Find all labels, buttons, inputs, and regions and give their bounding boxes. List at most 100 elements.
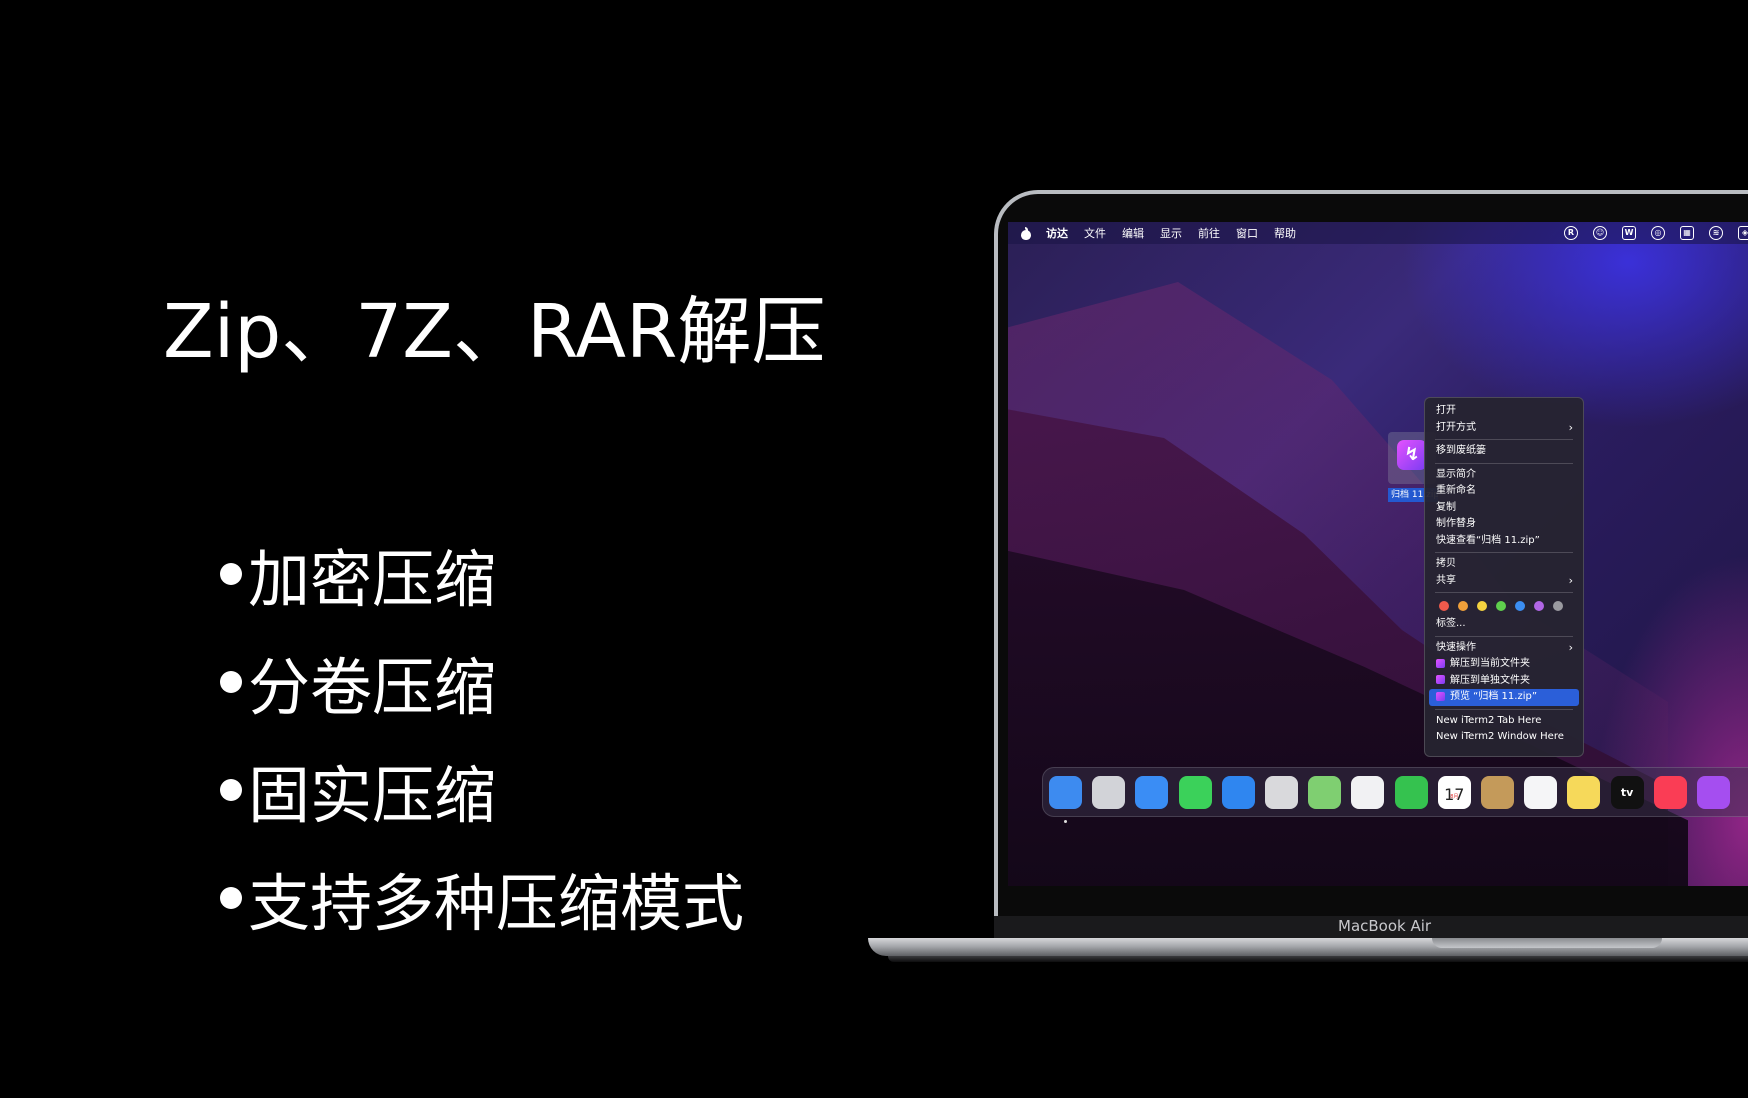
menu-item-iterm-tab[interactable]: New iTerm2 Tab Here xyxy=(1429,713,1579,730)
context-menu: 打开 打开方式 › 移到废纸篓 显示简介 重新命名 复制 制作替身 快速查看“归档… xyxy=(1424,397,1584,757)
feature-list: 加密压缩 分卷压缩 固实压缩 支持多种压缩模式 xyxy=(220,520,744,952)
chevron-right-icon: › xyxy=(1568,573,1573,587)
menu-item-label: 共享 xyxy=(1436,574,1456,586)
feature-item: 支持多种压缩模式 xyxy=(220,844,744,952)
bullet-icon xyxy=(220,563,242,585)
menu-item-rename[interactable]: 重新命名 xyxy=(1429,483,1579,500)
menu-separator xyxy=(1435,439,1573,440)
menu-bar: 访达 文件 编辑 显示 前往 窗口 帮助 R ☺ W ◎ ▦ ≋ ◈ xyxy=(1008,222,1748,244)
tag-color-dot[interactable] xyxy=(1458,601,1468,611)
archive-app-icon xyxy=(1436,658,1445,668)
tag-color-dot[interactable] xyxy=(1439,601,1449,611)
menu-go[interactable]: 前往 xyxy=(1198,225,1220,241)
running-indicator xyxy=(1064,820,1067,823)
menu-item-open[interactable]: 打开 xyxy=(1429,403,1579,420)
status-icons: R ☺ W ◎ ▦ ≋ ◈ xyxy=(1564,226,1748,240)
menu-finder[interactable]: 访达 xyxy=(1046,225,1068,241)
laptop-notch xyxy=(1432,938,1662,948)
photos-icon[interactable] xyxy=(1351,776,1385,809)
face-status-icon[interactable]: ☺ xyxy=(1593,226,1607,240)
feature-item: 固实压缩 xyxy=(220,736,744,844)
archive-app-icon xyxy=(1436,691,1445,701)
menu-item-label: 预览 “归档 11.zip” xyxy=(1450,691,1537,702)
calendar-month: 8月 xyxy=(1450,794,1459,800)
menu-item-quick-look[interactable]: 快速查看“归档 11.zip” xyxy=(1429,533,1579,550)
menu-item-preview[interactable]: 预览 “归档 11.zip” xyxy=(1429,689,1579,706)
launchpad-icon[interactable] xyxy=(1092,776,1126,809)
calendar-icon[interactable]: 8月 17 xyxy=(1437,776,1471,809)
laptop-underside xyxy=(888,956,1748,962)
menu-item-get-info[interactable]: 显示简介 xyxy=(1429,467,1579,484)
feature-text: 支持多种压缩模式 xyxy=(248,867,745,940)
tag-color-dot[interactable] xyxy=(1553,601,1563,611)
menu-item-make-alias[interactable]: 制作替身 xyxy=(1429,516,1579,533)
extra-status-icon[interactable]: ◈ xyxy=(1738,226,1748,240)
tag-color-dot[interactable] xyxy=(1496,601,1506,611)
contacts-icon[interactable] xyxy=(1481,776,1514,809)
finder-icon[interactable] xyxy=(1049,776,1082,823)
safari-icon[interactable] xyxy=(1135,776,1169,809)
menu-item-extract-here[interactable]: 解压到当前文件夹 xyxy=(1429,656,1579,673)
menu-item-label: 解压到单独文件夹 xyxy=(1450,674,1530,686)
menu-item-label: 打开方式 xyxy=(1436,421,1476,433)
apple-tv-icon[interactable]: tv xyxy=(1610,776,1644,809)
menu-item-share[interactable]: 共享 › xyxy=(1429,573,1579,590)
menu-view[interactable]: 显示 xyxy=(1160,225,1182,241)
feature-text: 加密压缩 xyxy=(248,543,497,616)
menu-separator xyxy=(1435,592,1573,593)
facetime-icon[interactable] xyxy=(1394,776,1428,809)
messages-icon[interactable] xyxy=(1178,776,1212,809)
menu-item-trash[interactable]: 移到废纸篓 xyxy=(1429,443,1579,460)
tag-color-dot[interactable] xyxy=(1477,601,1487,611)
menu-item-copy[interactable]: 拷贝 xyxy=(1429,556,1579,573)
menu-item-tags[interactable]: 标签... xyxy=(1429,616,1579,633)
chevron-right-icon: › xyxy=(1568,640,1573,654)
menu-item-iterm-window[interactable]: New iTerm2 Window Here xyxy=(1429,729,1579,746)
chevron-right-icon: › xyxy=(1568,420,1573,434)
menu-item-label: 解压到当前文件夹 xyxy=(1450,658,1530,669)
reminders-icon[interactable] xyxy=(1524,776,1558,809)
bullet-icon xyxy=(220,887,242,909)
menu-file[interactable]: 文件 xyxy=(1084,225,1106,241)
headline: Zip、7Z、RAR解压 xyxy=(163,289,826,375)
w-status-icon[interactable]: W xyxy=(1622,226,1636,240)
menu-separator xyxy=(1435,552,1573,553)
music-icon[interactable] xyxy=(1653,776,1687,809)
notes-icon[interactable] xyxy=(1567,776,1601,809)
maps-icon[interactable] xyxy=(1308,776,1342,809)
archive-app-icon: ↯ xyxy=(1397,440,1427,470)
menu-item-duplicate[interactable]: 复制 xyxy=(1429,500,1579,517)
model-label: MacBook Air xyxy=(1338,917,1432,935)
target-status-icon[interactable]: ◎ xyxy=(1651,226,1665,240)
mail-icon[interactable] xyxy=(1221,776,1255,809)
podcasts-icon[interactable] xyxy=(1697,776,1730,809)
menu-separator xyxy=(1435,635,1573,637)
bullet-icon xyxy=(220,671,242,693)
feature-text: 固实压缩 xyxy=(248,759,497,832)
feature-item: 分卷压缩 xyxy=(220,628,744,736)
screenshot-icon[interactable] xyxy=(1265,776,1298,809)
apple-icon[interactable] xyxy=(1020,226,1032,240)
tag-colors xyxy=(1429,596,1579,616)
menu-item-open-with[interactable]: 打开方式 › xyxy=(1429,420,1579,437)
dock: 8月 17 tv xyxy=(1042,767,1748,823)
menu-separator xyxy=(1435,462,1573,464)
r-status-icon[interactable]: R xyxy=(1564,226,1578,240)
menu-separator xyxy=(1435,708,1573,710)
grid-status-icon[interactable]: ▦ xyxy=(1680,226,1694,240)
layers-status-icon[interactable]: ≋ xyxy=(1709,226,1723,240)
menu-edit[interactable]: 编辑 xyxy=(1122,225,1144,241)
tag-color-dot[interactable] xyxy=(1515,601,1525,611)
menu-window[interactable]: 窗口 xyxy=(1236,225,1258,241)
desktop-screen: 访达 文件 编辑 显示 前往 窗口 帮助 R ☺ W ◎ ▦ ≋ ◈ ↯ 归档 … xyxy=(1008,222,1748,886)
bullet-icon xyxy=(220,779,242,801)
tag-color-dot[interactable] xyxy=(1534,601,1544,611)
archive-app-icon xyxy=(1436,675,1445,684)
feature-text: 分卷压缩 xyxy=(248,651,497,724)
menu-item-label: 快速操作 xyxy=(1436,641,1476,653)
feature-item: 加密压缩 xyxy=(220,520,744,628)
macbook: 访达 文件 编辑 显示 前往 窗口 帮助 R ☺ W ◎ ▦ ≋ ◈ ↯ 归档 … xyxy=(868,190,1748,980)
menu-item-quick-actions[interactable]: 快速操作 › xyxy=(1429,640,1579,657)
menu-help[interactable]: 帮助 xyxy=(1274,225,1296,241)
menu-item-extract-folder[interactable]: 解压到单独文件夹 xyxy=(1429,673,1579,690)
